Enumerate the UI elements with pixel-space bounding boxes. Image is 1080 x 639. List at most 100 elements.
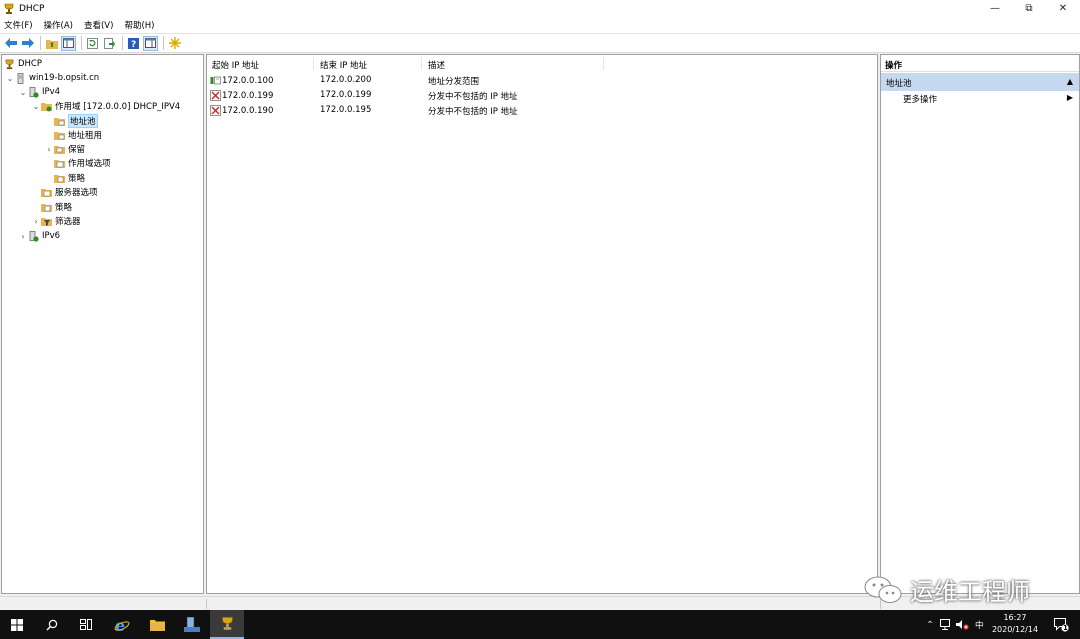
reservations-icon [54,145,65,154]
clock-date: 2020/12/14 [991,625,1039,634]
toolbar-separator [163,36,164,50]
export-icon [104,37,115,49]
table-row[interactable]: 172.0.0.199 172.0.0.199 分发中不包括的 IP 地址 [207,88,877,103]
back-button[interactable] [3,36,18,51]
column-divider[interactable] [603,57,604,70]
action-pane-icon [145,38,156,48]
dhcp-icon [221,616,233,630]
folder-up-icon [45,39,58,49]
dhcp-app-icon [4,3,14,14]
column-description[interactable]: 描述 [428,59,445,71]
tree-item-server[interactable]: ⌄ win19-b.opsit.cn [5,71,99,85]
network-icon[interactable] [940,619,952,630]
start-button[interactable] [0,610,34,639]
help-button[interactable]: ? [126,36,141,51]
tree-item-scope-options[interactable]: 作用域选项 [54,156,111,170]
tree-item-ipv4[interactable]: ⌄ IPv4 [18,85,60,99]
ipv4-icon [29,86,39,98]
scope-folder-icon [41,102,52,111]
ime-indicator[interactable]: 中 [975,619,984,631]
tree-item-label: 策略 [55,203,73,213]
export-list-button[interactable] [102,36,117,51]
start-ip-text: 172.0.0.190 [222,105,274,116]
start-ip-cell: 172.0.0.100 [207,75,273,86]
task-view-button[interactable] [69,610,103,639]
up-folder-button[interactable] [44,36,59,51]
tree-item-scope-policies[interactable]: 策略 [54,171,85,185]
start-ip-cell: 172.0.0.199 [207,90,273,101]
dhcp-taskbar-button[interactable] [210,610,244,639]
chevron-down-icon[interactable]: ⌄ [31,102,41,111]
end-ip-cell: 172.0.0.195 [320,105,372,115]
console-tree-icon [63,38,74,48]
console-tree[interactable]: DHCP ⌄ win19-b.opsit.cn ⌄ IPv4 ⌄ 作用域 [17… [1,54,204,594]
menu-file[interactable]: 文件(F) [4,19,33,31]
scope-options-icon [54,159,65,168]
description-cell: 地址分发范围 [428,77,480,87]
end-ip-cell: 172.0.0.200 [320,75,372,85]
minimize-button[interactable]: — [978,0,1012,17]
chevron-down-icon[interactable]: ⌄ [18,88,28,97]
show-hide-tree-button[interactable] [61,35,76,51]
refresh-button[interactable] [85,36,100,51]
tree-item-ipv6[interactable]: › IPv6 [18,229,60,243]
dhcp-icon [5,59,14,69]
menu-help[interactable]: 帮助(H) [124,19,154,31]
action-center-button[interactable]: 1 [1046,610,1076,639]
menu-action[interactable]: 操作(A) [44,19,73,31]
search-button[interactable] [35,610,69,639]
tree-item-scope[interactable]: ⌄ 作用域 [172.0.0.0] DHCP_IPV4 [31,99,181,113]
menu-view[interactable]: 查看(V) [84,19,113,31]
chevron-right-icon[interactable]: › [31,217,41,226]
actions-section-address-pool[interactable]: 地址池 ▲ [881,73,1079,91]
tree-item-policies[interactable]: 策略 [41,200,72,214]
toolbar-separator [122,36,123,50]
address-pool-icon [54,117,65,126]
clock[interactable]: 16:27 2020/12/14 [988,612,1042,636]
show-hidden-icons-chevron-icon[interactable]: ⌃ [924,620,936,630]
restore-button[interactable]: ⧉ [1012,0,1046,17]
watermark-text: 运维工程师 [910,578,1030,606]
tree-item-label: 策略 [68,174,86,184]
results-list[interactable]: 起始 IP 地址 结束 IP 地址 描述 172.0.0.100 172.0.0… [206,54,878,594]
submenu-arrow-icon[interactable]: ▶ [1067,93,1073,102]
chevron-down-icon[interactable]: ⌄ [5,74,15,83]
table-row[interactable]: 172.0.0.190 172.0.0.195 分发中不包括的 IP 地址 [207,103,877,118]
column-start-ip[interactable]: 起始 IP 地址 [212,59,259,71]
volume-muted-icon[interactable] [956,619,969,630]
chevron-right-icon[interactable]: › [44,145,54,154]
column-divider[interactable] [421,57,422,70]
toolbar: ? [0,33,1080,53]
forward-button[interactable] [20,36,35,51]
tree-item-reservations[interactable]: › 保留 [44,142,85,156]
new-item-button[interactable] [167,36,182,51]
column-divider[interactable] [313,57,314,70]
column-end-ip[interactable]: 结束 IP 地址 [320,59,367,71]
tree-item-server-options[interactable]: 服务器选项 [41,185,98,199]
tree-item-dhcp[interactable]: DHCP [4,57,42,71]
server-manager-button[interactable] [175,610,209,639]
tree-item-label: IPv6 [42,231,61,241]
tree-item-address-leases[interactable]: 地址租用 [54,128,102,142]
tree-item-address-pool[interactable]: 地址池 [54,114,98,128]
tree-item-filters[interactable]: › 筛选器 [31,214,80,228]
description-cell: 分发中不包括的 IP 地址 [428,92,518,102]
collapse-caret-icon[interactable]: ▲ [1067,77,1073,86]
chevron-right-icon[interactable]: › [18,232,28,241]
file-explorer-button[interactable] [140,610,174,639]
actions-pane: 操作 地址池 ▲ 更多操作 ▶ [880,54,1080,594]
clock-time: 16:27 [1003,613,1027,622]
more-actions-item[interactable]: 更多操作 [903,93,937,105]
server-icon [17,72,24,84]
exclusion-icon [210,90,221,101]
taskbar: e ⌃ 中 16:27 2020/12/14 1 [0,610,1080,639]
windows-logo-icon [11,618,23,631]
internet-explorer-button[interactable]: e [105,610,139,639]
tree-item-label: 地址租用 [68,131,103,141]
range-icon [210,76,221,85]
close-button[interactable]: ✕ [1046,0,1080,17]
tree-item-label: IPv4 [42,87,61,97]
show-action-pane-button[interactable] [143,35,158,51]
toolbar-separator [40,36,41,50]
table-row[interactable]: 172.0.0.100 172.0.0.200 地址分发范围 [207,73,877,88]
